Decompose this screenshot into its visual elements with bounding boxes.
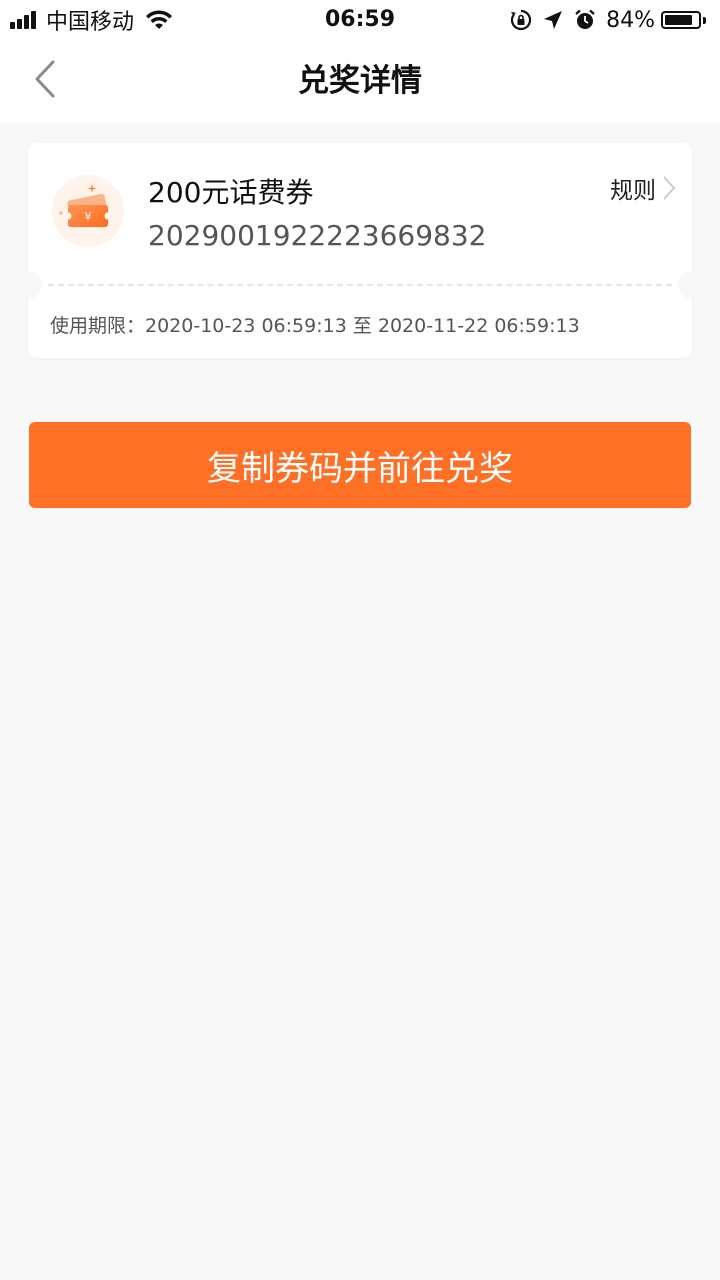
coupon-name: 200元话费券 — [148, 176, 314, 209]
ticket-divider — [48, 284, 672, 286]
coupon-code: 2029001922223669832 — [148, 219, 487, 252]
battery-percent: 84% — [606, 7, 655, 33]
status-bar: 中国移动 06:59 84% — [0, 0, 720, 40]
rules-link[interactable]: 规则 — [610, 171, 676, 205]
battery-icon — [661, 11, 701, 29]
chevron-right-icon — [663, 176, 676, 200]
validity-period: 使用期限：2020-10-23 06:59:13 至 2020-11-22 06… — [50, 315, 580, 337]
battery-tip — [703, 16, 706, 24]
page-title: 兑奖详情 — [298, 63, 422, 99]
svg-text:¥: ¥ — [85, 210, 92, 223]
location-icon — [544, 11, 563, 29]
alarm-icon — [575, 9, 595, 29]
ticket-notch-right — [678, 271, 706, 299]
status-right: 84% — [500, 0, 706, 40]
rules-label: 规则 — [610, 178, 656, 204]
nav-bar: 兑奖详情 — [0, 40, 720, 122]
page: 中国移动 06:59 84% 兑奖详情 ¥ 200元话费券 2029001922… — [0, 0, 720, 1280]
ticket-notch-left — [14, 271, 42, 299]
coupon-ticket-icon: ¥ — [52, 175, 124, 247]
battery-fill — [665, 15, 692, 25]
coupon-card: ¥ 200元话费券 2029001922223669832 规则 使用期限：20… — [14, 143, 706, 358]
rotation-lock-icon — [510, 9, 532, 31]
copy-code-redeem-button[interactable]: 复制券码并前往兑奖 — [29, 422, 691, 508]
